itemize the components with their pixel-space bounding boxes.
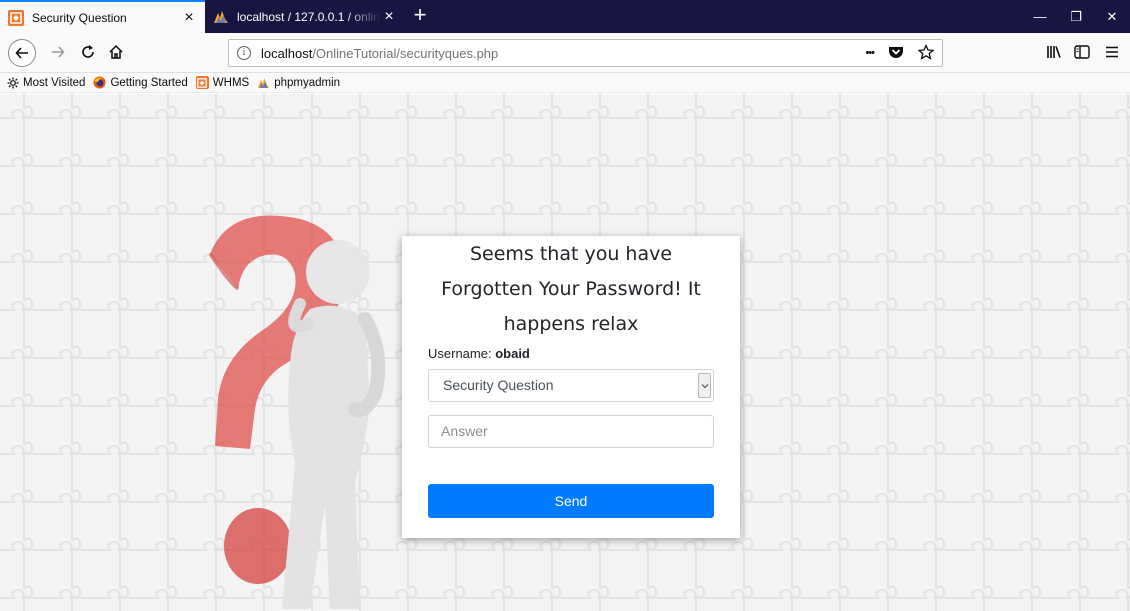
bookmark-phpmyadmin[interactable]: phpmyadmin [257,76,340,89]
back-arrow-icon [8,39,36,67]
security-question-select[interactable]: Security Question [428,369,714,402]
chevron-down-icon[interactable] [698,373,711,398]
home-button[interactable] [102,39,130,67]
select-value: Security Question [443,377,554,393]
answer-input[interactable]: Answer [428,415,714,448]
tab-title: Security Question [32,10,127,25]
tab-strip: Security Question × localhost / 127.0.0.… [0,0,1130,33]
library-icon [1046,45,1062,62]
sidebar-icon [1074,44,1090,62]
sidebar-button[interactable] [1068,39,1096,67]
bookmark-label: Getting Started [110,76,188,89]
bookmark-label: Most Visited [23,76,86,89]
username-label: Username: [428,346,492,361]
question-mark-figure-image [208,215,386,609]
bookmark-whms[interactable]: WHMS [195,76,250,89]
reload-button[interactable] [74,39,102,67]
phpmyadmin-icon [257,76,270,89]
bookmark-label: WHMS [212,76,250,89]
phpmyadmin-favicon-icon [213,9,229,25]
hamburger-menu-icon [1105,46,1119,61]
tab-security-question[interactable]: Security Question × [0,0,205,33]
close-window-button[interactable]: ✕ [1094,0,1130,33]
tab-close-icon[interactable]: × [381,8,397,25]
pocket-icon[interactable] [888,45,904,62]
page-actions-icon[interactable]: ••• [865,47,875,59]
page-heading: Seems that you have Forgotten Your Passw… [441,243,701,335]
menu-button[interactable] [1098,39,1126,67]
send-button[interactable]: Send [428,484,714,518]
site-info-icon[interactable]: i [237,46,251,60]
firefox-icon [93,76,106,89]
back-button[interactable] [8,39,36,67]
restore-button[interactable]: ❐ [1058,0,1094,33]
forward-button[interactable] [44,39,72,67]
bookmark-label: phpmyadmin [274,76,341,89]
username-line: Username: obaid [428,346,714,361]
minimize-button[interactable]: — [1022,0,1058,33]
url-path: /OnlineTutorial/securityques.php [312,45,499,61]
tab-close-icon[interactable]: × [181,9,197,26]
bookmark-getting-started[interactable]: Getting Started [93,76,188,89]
address-bar[interactable]: i localhost/OnlineTutorial/securityques.… [228,39,943,67]
bookmark-star-icon[interactable] [917,43,935,63]
forward-arrow-icon [51,45,65,62]
gear-icon [6,76,19,89]
tab-title: localhost / 127.0.0.1 / onlinetutorial [237,9,381,24]
library-button[interactable] [1040,39,1068,67]
whms-favicon-icon [8,9,24,26]
security-question-card: Seems that you have Forgotten Your Passw… [402,236,740,538]
navigation-toolbar: i localhost/OnlineTutorial/securityques.… [0,33,1130,73]
username-value: obaid [495,346,530,361]
reload-icon [80,44,96,63]
new-tab-button[interactable]: + [405,0,435,33]
page-content: Seems that you have Forgotten Your Passw… [0,94,1130,611]
whms-icon [195,76,209,89]
url-host: localhost [261,45,313,61]
home-icon [108,44,124,63]
bookmarks-toolbar: Most Visited Getting Started WHMS phpmya… [0,73,1130,93]
bookmark-most-visited[interactable]: Most Visited [6,76,85,89]
tab-phpmyadmin[interactable]: localhost / 127.0.0.1 / onlinetutorial × [205,0,405,33]
